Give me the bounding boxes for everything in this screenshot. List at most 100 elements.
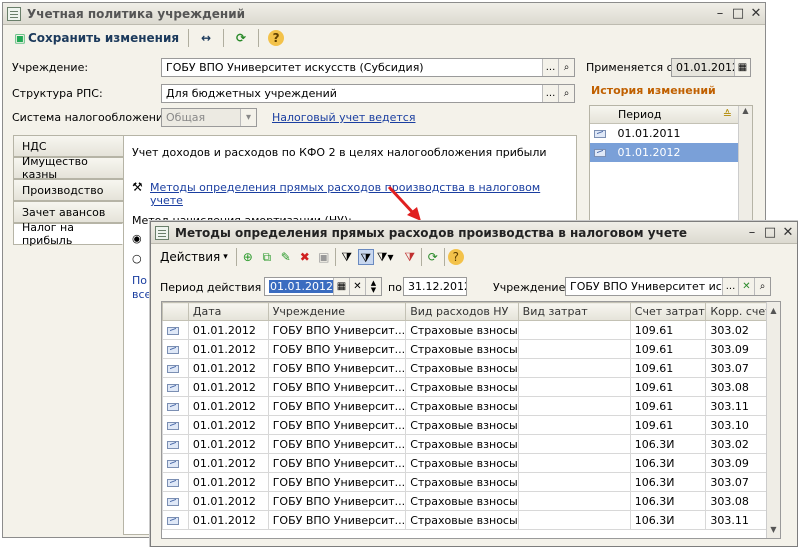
calendar-icon[interactable]: ▦ — [333, 278, 349, 295]
row-icon-cell — [162, 491, 189, 511]
table-cell — [517, 320, 631, 340]
table-row[interactable]: 01.01.2012 ГОБУ ВПО Университ... Страховые… — [162, 434, 780, 454]
history-scrollbar[interactable]: ▲ — [738, 106, 752, 234]
record-icon — [167, 421, 179, 430]
filter-options-icon[interactable]: ⧩▾ — [377, 249, 394, 265]
maximize-icon[interactable]: □ — [729, 6, 747, 21]
table-row[interactable]: 01.01.2012 ГОБУ ВПО Университ... Страховые… — [162, 415, 780, 435]
search-icon[interactable]: ⌕ — [558, 85, 574, 102]
direct-costs-methods-link[interactable]: Методы определения прямых расходов произ… — [150, 181, 576, 207]
ellipsis-button[interactable]: ... — [542, 85, 558, 102]
filter-icon[interactable]: ⧩ — [339, 249, 355, 265]
maximize-icon[interactable]: □ — [761, 225, 779, 240]
methods-table: Дата Учреждение Вид расходов НУ Вид затр… — [161, 301, 781, 539]
column-header-expense-type[interactable]: Вид расходов НУ — [405, 302, 519, 321]
tab-profit-tax[interactable]: Налог на прибыль — [13, 221, 123, 247]
history-row-date: 01.01.2011 — [617, 127, 681, 140]
help-button[interactable]: ? — [263, 28, 289, 48]
period-from-field[interactable]: 01.01.2012 ▦ ✕ ▲ ▼ — [264, 277, 382, 296]
search-icon[interactable]: ⌕ — [558, 59, 574, 76]
spin-icon[interactable]: ▲ ▼ — [365, 278, 381, 295]
table-row[interactable]: 01.01.2012 ГОБУ ВПО Университ... Страховые… — [162, 320, 780, 340]
scroll-up-icon[interactable]: ▲ — [739, 106, 752, 115]
column-header-cost-account[interactable]: Счет затрат — [629, 302, 707, 321]
history-row[interactable]: 01.01.2011 — [590, 124, 738, 143]
radio-option-2[interactable]: ○ — [132, 252, 142, 265]
table-cell: Страховые взносы — [405, 377, 519, 397]
refresh-icon[interactable]: ⟳ — [425, 249, 441, 265]
close-icon[interactable]: ✕ — [747, 6, 765, 21]
table-cell: 01.01.2012 — [187, 415, 269, 435]
table-cell: ГОБУ ВПО Университ... — [267, 339, 407, 359]
column-header-date[interactable]: Дата — [187, 302, 269, 321]
actions-menu-button[interactable]: Действия ▾ — [155, 247, 233, 267]
tax-accounting-link[interactable]: Налоговый учет ведется — [272, 111, 415, 124]
column-header[interactable] — [162, 302, 189, 321]
table-cell: ГОБУ ВПО Университ... — [267, 358, 407, 378]
navigate-button[interactable]: ↔ — [193, 28, 219, 48]
chevron-down-icon[interactable]: ▾ — [240, 109, 256, 126]
dialog-institution-label: Учреждение: — [493, 281, 570, 294]
table-row[interactable]: 01.01.2012 ГОБУ ВПО Университ... Страховые… — [162, 377, 780, 397]
row-icon-cell — [162, 453, 189, 473]
table-cell: Страховые взносы — [405, 339, 519, 359]
ellipsis-button[interactable]: ... — [542, 59, 558, 76]
tax-system-field[interactable]: Общая ▾ — [161, 108, 257, 127]
column-header-institution[interactable]: Учреждение — [267, 302, 407, 321]
scroll-up-icon[interactable]: ▲ — [767, 306, 780, 315]
table-row[interactable]: 01.01.2012 ГОБУ ВПО Университ... Страховые… — [162, 453, 780, 473]
clear-filter-icon[interactable]: ⧩ — [402, 249, 418, 265]
table-row[interactable]: 01.01.2012 ГОБУ ВПО Университ... Страховые… — [162, 510, 780, 530]
row-icon-cell — [162, 358, 189, 378]
table-cell — [517, 358, 631, 378]
clear-icon[interactable]: ✕ — [349, 278, 365, 295]
add-icon[interactable]: ⊕ — [240, 249, 256, 265]
save-icon[interactable]: ▣ — [316, 249, 332, 265]
history-header[interactable]: Период ≙ — [590, 106, 738, 124]
help-icon[interactable]: ? — [447, 249, 464, 265]
close-icon[interactable]: ✕ — [779, 225, 797, 240]
history-row-selected[interactable]: 01.01.2012 — [590, 143, 738, 162]
record-icon — [167, 459, 179, 468]
ellipsis-button[interactable]: ... — [722, 278, 738, 295]
calendar-icon[interactable]: ▦ — [734, 59, 750, 76]
minimize-icon[interactable]: – — [743, 225, 761, 240]
radio-option-1[interactable]: ◉ — [132, 232, 142, 245]
table-row[interactable]: 01.01.2012 ГОБУ ВПО Университ... Страховые… — [162, 472, 780, 492]
table-cell: 109.61 — [629, 320, 707, 340]
edit-icon[interactable]: ✎ — [278, 249, 294, 265]
tab-vat[interactable]: НДС — [13, 135, 123, 157]
income-expense-text: Учет доходов и расходов по КФО 2 в целях… — [132, 146, 547, 159]
delete-icon[interactable]: ✖ — [297, 249, 313, 265]
search-icon[interactable]: ⌕ — [754, 278, 770, 295]
table-cell: Страховые взносы — [405, 453, 519, 473]
table-cell: 01.01.2012 — [187, 396, 269, 416]
period-to-field[interactable]: 31.12.2012 — [403, 277, 467, 296]
table-row[interactable]: 01.01.2012 ГОБУ ВПО Университ... Страховые… — [162, 491, 780, 511]
table-row[interactable]: 01.01.2012 ГОБУ ВПО Университ... Страховые… — [162, 358, 780, 378]
rps-field[interactable]: Для бюджетных учреждений ... ⌕ — [161, 84, 575, 103]
minimize-icon[interactable]: – — [711, 6, 729, 21]
clear-icon[interactable]: ✕ — [738, 278, 754, 295]
column-header-cost-type[interactable]: Вид затрат — [517, 302, 631, 321]
tax-system-label: Система налогообложения: — [12, 111, 174, 124]
table-row[interactable]: 01.01.2012 ГОБУ ВПО Университ... Страховые… — [162, 339, 780, 359]
navigate-icon: ↔ — [201, 31, 212, 45]
table-cell: ГОБУ ВПО Университ... — [267, 510, 407, 530]
table-cell: 01.01.2012 — [187, 491, 269, 511]
sort-icon[interactable]: ≙ — [723, 106, 732, 124]
filter-active-icon[interactable]: ⧩ — [357, 249, 374, 265]
table-scrollbar[interactable]: ▲ ▼ — [766, 302, 780, 538]
copy-icon[interactable]: ⧉ — [259, 249, 275, 265]
tab-treasury-property[interactable]: Имущество казны — [13, 155, 123, 181]
table-cell: 109.61 — [629, 358, 707, 378]
scroll-down-icon[interactable]: ▼ — [767, 525, 780, 534]
applies-from-field[interactable]: 01.01.2012 ▦ — [671, 58, 751, 77]
save-changes-button[interactable]: ▣ Сохранить изменения — [7, 28, 184, 48]
tab-advance-offset[interactable]: Зачет авансов — [13, 201, 123, 223]
dialog-institution-field[interactable]: ГОБУ ВПО Университет искусств ... ✕ ⌕ — [565, 277, 771, 296]
table-row[interactable]: 01.01.2012 ГОБУ ВПО Университ... Страховые… — [162, 396, 780, 416]
institution-field[interactable]: ГОБУ ВПО Университет искусств (Субсидия)… — [161, 58, 575, 77]
refresh-button[interactable]: ⟳ — [228, 28, 254, 48]
tab-production[interactable]: Производство — [13, 179, 123, 201]
